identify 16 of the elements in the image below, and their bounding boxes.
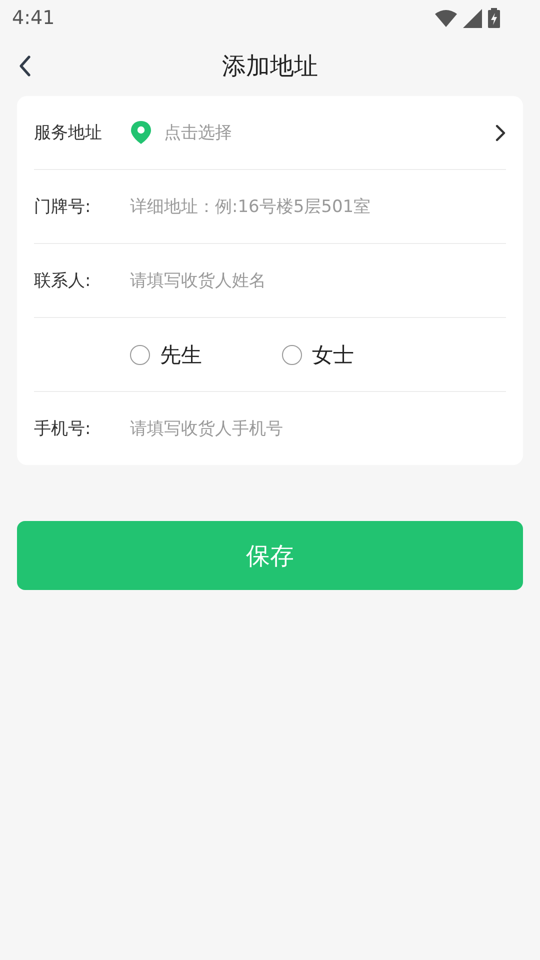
location-pin-icon — [130, 120, 152, 146]
chevron-right-icon — [494, 122, 506, 142]
gender-radio[interactable]: 女士 — [282, 340, 354, 368]
field-label: 服务地址 — [34, 122, 103, 144]
signal-icon — [463, 8, 482, 28]
page-title: 添加地址 — [222, 51, 318, 82]
field-label: 门牌号: — [34, 196, 92, 218]
field-label: 联系人: — [34, 270, 92, 292]
status-time: 4:41 — [12, 7, 55, 29]
gender-radio[interactable]: 先生 — [130, 340, 202, 368]
input-field[interactable]: 详细地址：例:16号楼5层501室 — [130, 192, 506, 220]
input-field[interactable]: 请填写收货人手机号 — [130, 414, 506, 442]
input-field[interactable]: 请填写收货人姓名 — [130, 266, 506, 294]
field-label: 手机号: — [34, 418, 92, 440]
battery-icon — [488, 8, 500, 28]
wifi-icon — [435, 9, 457, 27]
